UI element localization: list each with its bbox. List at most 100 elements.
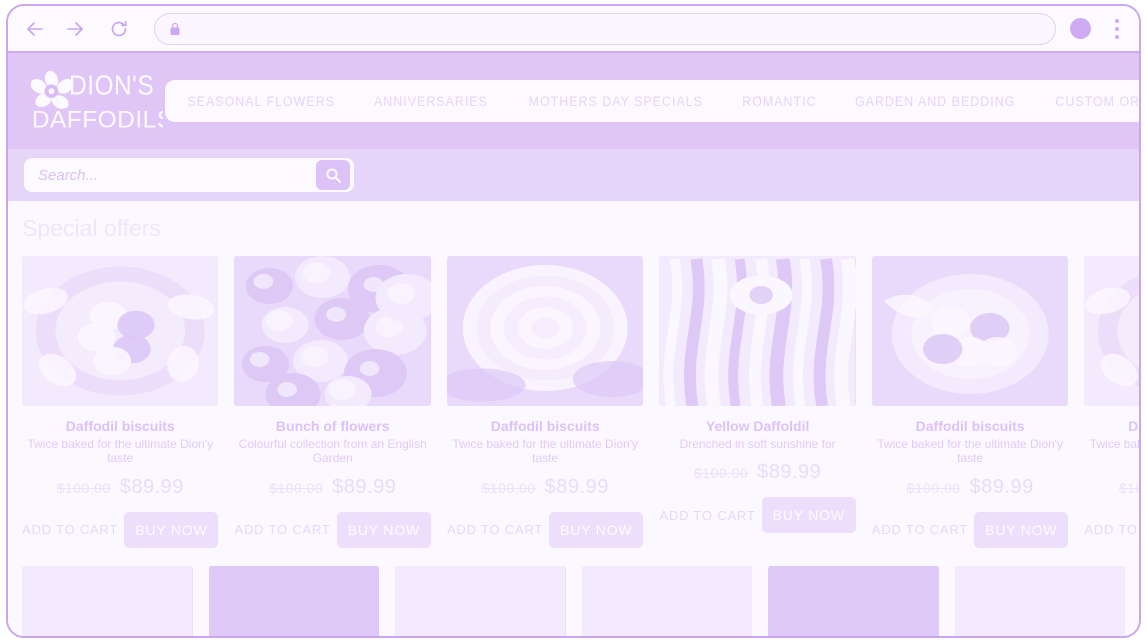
- product-description: Twice baked for the ultimate Dion'y tast…: [27, 437, 214, 466]
- product-description: Colourful collection from an English Gar…: [238, 437, 427, 466]
- price-row: $100.00$89.99: [234, 476, 430, 499]
- search-bar: [24, 158, 354, 192]
- nav-item-mothers-day-specials[interactable]: MOTHERS DAY SPECIALS: [529, 94, 703, 109]
- add-to-cart-button[interactable]: ADD TO CART: [234, 516, 330, 543]
- product-image[interactable]: [954, 565, 1125, 636]
- product-image[interactable]: [446, 256, 644, 406]
- kebab-menu-icon[interactable]: [1107, 16, 1127, 42]
- add-to-cart-button[interactable]: ADD TO CART: [659, 502, 755, 529]
- reload-icon[interactable]: [102, 12, 136, 46]
- product-card: Daffodil biscuits Twice baked for the ult…: [22, 256, 219, 548]
- nav-item-anniversaries[interactable]: ANNIVERSARIES: [374, 94, 488, 109]
- product-description: Twice baked for the ultimate Dion'y tast…: [877, 437, 1063, 466]
- buy-now-button[interactable]: BUY NOW: [549, 511, 644, 548]
- price-original: $100.00: [906, 479, 961, 496]
- product-image[interactable]: [22, 565, 193, 636]
- search-button[interactable]: [316, 160, 350, 190]
- browser-window: DION'S DAFFODILS. SEASONAL FLOWERS ANNIV…: [6, 4, 1141, 638]
- price-row: $100.00 $89.99: [872, 476, 1068, 499]
- product-actions: ADD TO CARTBUY NOW: [872, 511, 1069, 548]
- product-card: Daffodil biscuits Twice baked for the ult…: [1084, 256, 1139, 548]
- product-card: [395, 565, 566, 636]
- price-row: $100.00 $89.99: [447, 476, 643, 499]
- plate-of-daffodil-biscuits-image: [22, 256, 219, 406]
- product-image[interactable]: [22, 256, 219, 406]
- product-image[interactable]: [395, 565, 566, 636]
- nav-item-garden-and-bedding[interactable]: GARDEN AND BEDDING: [855, 94, 1015, 109]
- search-input[interactable]: [38, 166, 316, 184]
- price-row: $100.00$89.99: [659, 461, 855, 484]
- price-sale: $89.99: [544, 475, 609, 498]
- product-card: [581, 565, 752, 636]
- price-original: $100.00: [694, 465, 749, 482]
- product-title: Daffodil biscuits: [65, 418, 175, 434]
- product-description: Drenched in soft sunshine for: [679, 437, 836, 451]
- price-row: $100.00$89.99: [1084, 476, 1139, 499]
- buy-now-button[interactable]: BUY NOW: [124, 511, 219, 548]
- product-image[interactable]: [1084, 256, 1139, 406]
- site-header: DION'S DAFFODILS. SEASONAL FLOWERS ANNIV…: [8, 53, 1139, 149]
- search-band: [8, 149, 1139, 201]
- buy-now-button[interactable]: BUY NOW: [336, 511, 431, 548]
- product-card: [22, 565, 193, 636]
- search-icon: [325, 167, 341, 183]
- product-image-partial-image: [22, 565, 193, 636]
- product-image-partial-image: [768, 565, 939, 636]
- browser-toolbar: [8, 6, 1139, 53]
- product-image[interactable]: [659, 256, 856, 406]
- white-rose-closeup-image: [446, 256, 644, 406]
- price-sale: $89.99: [332, 475, 397, 498]
- product-title: Yellow Daffoldil: [705, 418, 810, 434]
- product-image-partial-image: [581, 565, 752, 636]
- product-title: Bunch of flowers: [275, 418, 390, 434]
- price-row: $100.00$89.99: [22, 476, 218, 499]
- back-icon[interactable]: [18, 12, 52, 46]
- add-to-cart-button[interactable]: ADD TO CART: [447, 516, 543, 543]
- svg-text:DION'S: DION'S: [69, 69, 154, 101]
- nav-item-seasonal-flowers[interactable]: SEASONAL FLOWERS: [187, 94, 335, 109]
- forward-icon[interactable]: [58, 12, 92, 46]
- product-image[interactable]: [768, 565, 939, 636]
- price-sale: $89.99: [119, 475, 184, 498]
- nav-item-custom-orders[interactable]: CUSTOM ORDERS: [1055, 94, 1139, 109]
- price-original: $100.00: [481, 479, 536, 496]
- product-card: Daffodil biscuits Twice baked for the ult…: [871, 256, 1069, 548]
- add-to-cart-button[interactable]: ADD TO CART: [1084, 516, 1139, 543]
- url-bar[interactable]: [154, 12, 1056, 45]
- product-actions: ADD TO CARTBUY NOW: [659, 497, 856, 534]
- product-card: [768, 565, 939, 636]
- nav-item-romantic[interactable]: ROMANTIC: [742, 94, 816, 109]
- product-image[interactable]: [234, 256, 431, 406]
- buy-now-button[interactable]: BUY NOW: [761, 497, 856, 534]
- flower-icon: DION'S DAFFODILS.: [30, 69, 163, 133]
- product-card: Bunch of flowers Colourful collection fro…: [234, 256, 431, 548]
- brand-logo[interactable]: DION'S DAFFODILS.: [8, 67, 163, 135]
- add-to-cart-button[interactable]: ADD TO CART: [872, 516, 968, 543]
- product-description: Twice baked for the ultimate Dion'y tast…: [452, 437, 639, 466]
- main-content: Special offers Daffodil biscuits Twice ba…: [8, 201, 1139, 636]
- product-image[interactable]: [208, 565, 379, 636]
- product-image-partial-image: [395, 565, 566, 636]
- price-original: $100.00: [1118, 479, 1139, 496]
- product-actions: ADD TO CARTBUY NOW: [1084, 512, 1139, 548]
- add-to-cart-button[interactable]: ADD TO CART: [22, 516, 118, 543]
- page-title: Special offers: [22, 215, 161, 241]
- bunch-of-flowers-image: [234, 256, 431, 406]
- yellow-daffodil-stems-image: [659, 256, 856, 406]
- product-image-partial-image: [208, 565, 379, 636]
- main-nav: SEASONAL FLOWERS ANNIVERSARIES MOTHERS D…: [165, 80, 1139, 122]
- product-title: Daffodil biscuits: [915, 418, 1025, 434]
- product-grid-row-2: [22, 565, 1125, 636]
- profile-avatar[interactable]: [1070, 18, 1091, 39]
- product-card: [208, 565, 379, 636]
- page-viewport: DION'S DAFFODILS. SEASONAL FLOWERS ANNIV…: [8, 53, 1139, 636]
- svg-text:DAFFODILS.: DAFFODILS.: [32, 106, 163, 133]
- product-image[interactable]: [871, 256, 1069, 406]
- product-image[interactable]: [581, 565, 752, 636]
- product-title: Daffodil biscuits: [1128, 418, 1139, 434]
- price-sale: $89.99: [969, 475, 1034, 498]
- buy-now-button[interactable]: BUY NOW: [974, 511, 1069, 548]
- product-description: Twice baked for the ultimate Dion'y tast…: [1089, 437, 1139, 451]
- daffodil-biscuits-bowl-image: [871, 256, 1069, 406]
- product-card: [954, 565, 1125, 636]
